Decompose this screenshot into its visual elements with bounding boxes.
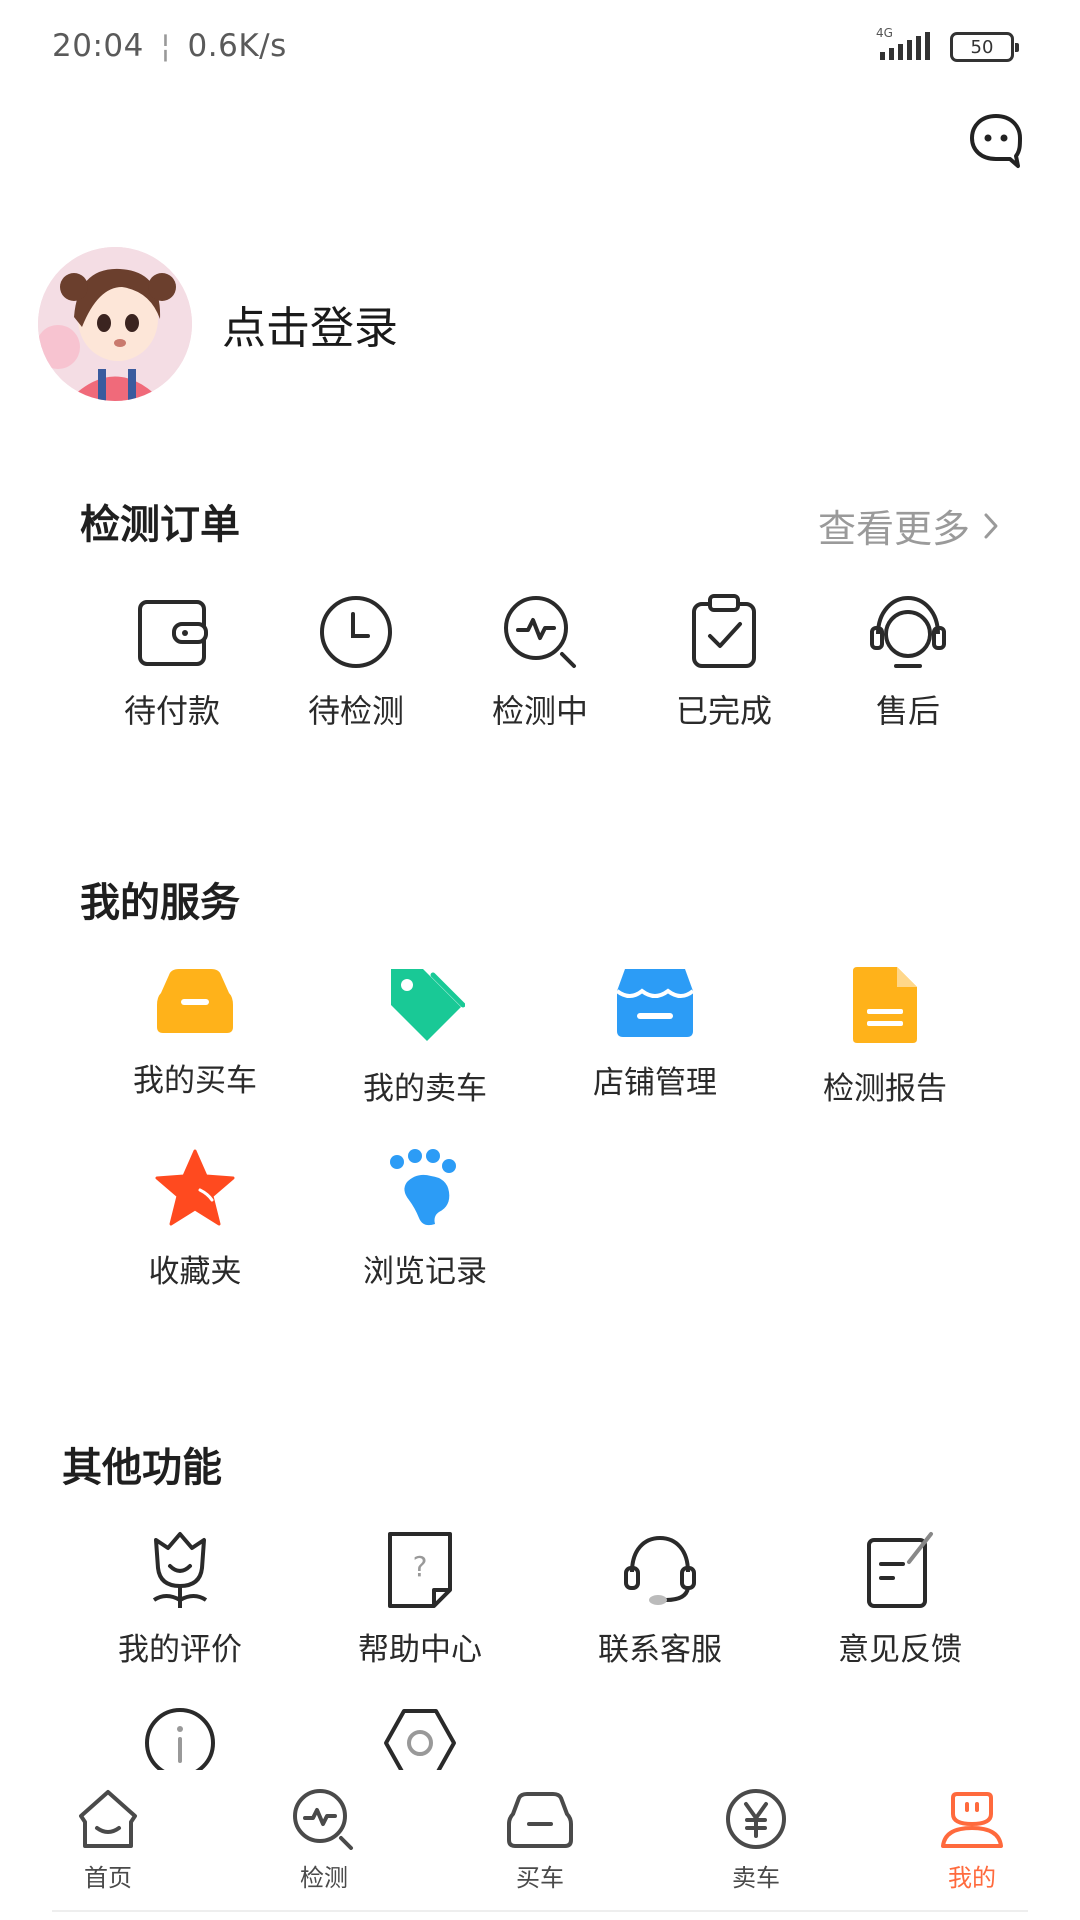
orders-section-title: 检测订单 xyxy=(80,502,240,548)
feedback-icon xyxy=(867,1532,933,1608)
tab-label: 检测 xyxy=(300,1864,348,1892)
service-store-management[interactable]: 店铺管理 xyxy=(540,965,770,1108)
status-bar-time-speed: 20:04 ¦ 0.6K/s xyxy=(52,28,287,64)
view-more-link[interactable]: 查看更多 xyxy=(818,498,1000,553)
service-label: 我的买车 xyxy=(133,1063,257,1099)
store-icon xyxy=(615,969,695,1037)
yen-icon xyxy=(726,1789,786,1849)
other-feedback[interactable]: 意见反馈 xyxy=(780,1530,1020,1669)
service-favorites[interactable]: 收藏夹 xyxy=(80,1148,310,1291)
order-after-sales[interactable]: 售后 xyxy=(816,592,1000,732)
tag-icon xyxy=(391,969,465,1041)
other-grid: 我的评价 ? 帮助中心 联系客服 意见反馈 xyxy=(60,1530,1020,1781)
network-speed: 0.6K/s xyxy=(187,28,287,64)
tab-inspection[interactable]: 检测 xyxy=(216,1770,432,1920)
network-type: 4G xyxy=(876,26,893,40)
tab-label: 买车 xyxy=(516,1864,564,1892)
bottom-tab-bar: 首页 检测 买车 卖车 我的 xyxy=(0,1770,1080,1920)
tab-label: 我的 xyxy=(948,1864,996,1892)
headset-icon xyxy=(870,595,946,668)
services-section-title: 我的服务 xyxy=(80,880,240,926)
status-bar-right: 4G 50 xyxy=(874,26,1019,64)
avatar[interactable] xyxy=(38,247,192,401)
signal-icon: 4G xyxy=(874,26,936,64)
service-inspection-report[interactable]: 检测报告 xyxy=(770,965,1000,1108)
order-pending-payment[interactable]: 待付款 xyxy=(80,592,264,732)
service-label: 检测报告 xyxy=(823,1071,947,1107)
wallet-icon xyxy=(138,600,208,666)
battery-icon: 50 xyxy=(950,32,1019,62)
home-icon xyxy=(79,1790,137,1848)
other-label: 帮助中心 xyxy=(358,1632,482,1668)
home-indicator-divider xyxy=(52,1910,1028,1912)
other-help-center[interactable]: ? 帮助中心 xyxy=(300,1530,540,1669)
tab-label: 首页 xyxy=(84,1864,132,1892)
other-contact-support[interactable]: 联系客服 xyxy=(540,1530,780,1669)
battery-level: 50 xyxy=(970,36,994,58)
service-my-sales[interactable]: 我的卖车 xyxy=(310,965,540,1108)
chevron-right-icon xyxy=(984,513,998,538)
headset-icon xyxy=(624,1535,696,1605)
svg-text:?: ? xyxy=(413,1550,428,1583)
other-my-reviews[interactable]: 我的评价 xyxy=(60,1530,300,1669)
order-item-label: 已完成 xyxy=(675,692,772,730)
inspect-icon xyxy=(293,1789,353,1850)
service-label: 我的卖车 xyxy=(363,1071,487,1107)
service-browse-history[interactable]: 浏览记录 xyxy=(310,1148,540,1291)
tab-label: 卖车 xyxy=(732,1864,780,1892)
tab-mine[interactable]: 我的 xyxy=(864,1770,1080,1920)
order-item-label: 待付款 xyxy=(123,692,220,730)
other-label: 意见反馈 xyxy=(838,1632,962,1668)
footprint-icon xyxy=(390,1149,456,1226)
other-label: 联系客服 xyxy=(598,1632,722,1668)
tab-home[interactable]: 首页 xyxy=(0,1770,216,1920)
help-doc-icon: ? xyxy=(388,1532,452,1608)
order-inspecting[interactable]: 检测中 xyxy=(448,592,632,732)
order-item-label: 售后 xyxy=(875,692,940,730)
order-item-label: 检测中 xyxy=(491,692,588,730)
tab-sell-car[interactable]: 卖车 xyxy=(648,1770,864,1920)
avatar-image xyxy=(38,247,192,401)
service-label: 浏览记录 xyxy=(363,1254,487,1290)
order-pending-inspection[interactable]: 待检测 xyxy=(264,592,448,732)
status-time: 20:04 xyxy=(52,28,144,64)
message-button[interactable] xyxy=(966,110,1026,170)
car-icon xyxy=(507,1792,573,1848)
view-more-label: 查看更多 xyxy=(817,507,970,551)
star-icon xyxy=(155,1149,235,1226)
clipboard-check-icon xyxy=(692,594,756,668)
order-item-label: 待检测 xyxy=(307,692,404,730)
other-label: 我的评价 xyxy=(118,1632,242,1668)
service-label: 店铺管理 xyxy=(593,1065,717,1101)
profile-icon xyxy=(941,1792,1003,1848)
flower-icon xyxy=(152,1532,208,1608)
car-icon xyxy=(157,969,233,1033)
login-prompt[interactable]: 点击登录 xyxy=(222,292,398,356)
tab-buy-car[interactable]: 买车 xyxy=(432,1770,648,1920)
order-completed[interactable]: 已完成 xyxy=(632,592,816,732)
service-label: 收藏夹 xyxy=(148,1254,242,1290)
other-section-title: 其他功能 xyxy=(62,1445,222,1491)
inspect-icon xyxy=(504,596,576,668)
clock-icon xyxy=(320,596,392,668)
services-grid: 我的买车 我的卖车 店铺管理 检测报告 收藏夹 浏览记录 xyxy=(80,965,1000,1291)
service-my-purchases[interactable]: 我的买车 xyxy=(80,965,310,1108)
order-status-row: 待付款 待检测 检测中 已完成 售后 xyxy=(80,592,1000,732)
chat-bubble-icon xyxy=(970,114,1022,168)
document-icon xyxy=(853,967,917,1043)
